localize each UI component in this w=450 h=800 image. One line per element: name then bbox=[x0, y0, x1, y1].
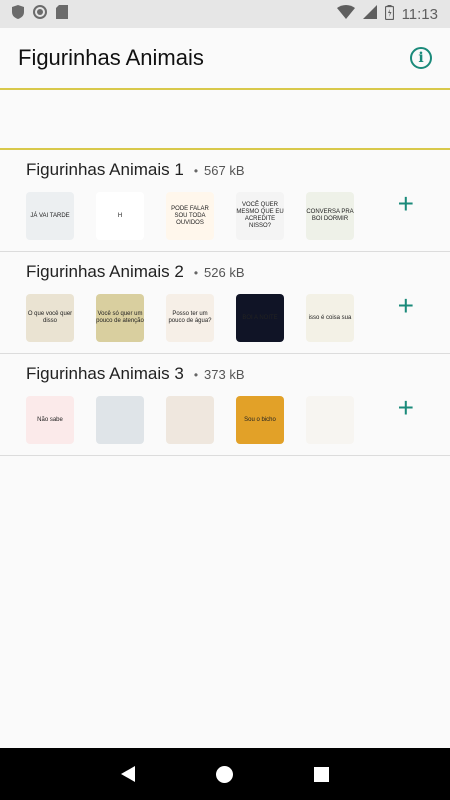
sticker-thumbnail: Posso ter um pouco de água? bbox=[166, 294, 214, 342]
pack-name: Figurinhas Animais 1 bbox=[26, 160, 184, 179]
recents-icon[interactable] bbox=[314, 766, 330, 782]
sticker-thumbnail: Não sabe bbox=[26, 396, 74, 444]
signal-icon bbox=[362, 5, 377, 23]
sticker-pack-row[interactable]: Figurinhas Animais 3 • 373 kB Não sabe So… bbox=[0, 354, 450, 456]
clock-time: 11:13 bbox=[401, 5, 438, 23]
pack-header: Figurinhas Animais 2 • 526 kB bbox=[26, 262, 450, 282]
sticker-preview-row: JÁ VAI TARDE H PODE FALAR SOU TODA OUVIDOS… bbox=[26, 192, 450, 240]
sticker-thumbnail: Sou o bicho bbox=[236, 396, 284, 444]
back-icon[interactable] bbox=[120, 766, 135, 782]
pack-name: Figurinhas Animais 3 bbox=[26, 364, 184, 383]
pack-name: Figurinhas Animais 2 bbox=[26, 262, 184, 281]
sticker-thumbnail: JÁ VAI TARDE bbox=[26, 192, 74, 240]
separator-dot: • bbox=[193, 164, 199, 178]
sticker-thumbnail bbox=[166, 396, 214, 444]
pack-size: 373 kB bbox=[204, 367, 245, 382]
sticker-thumbnail bbox=[306, 396, 354, 444]
pack-header: Figurinhas Animais 1 • 567 kB bbox=[26, 160, 450, 180]
sd-card-icon bbox=[56, 5, 68, 23]
sticker-thumbnail: PODE FALAR SOU TODA OUVIDOS bbox=[166, 192, 214, 240]
sticker-pack-row[interactable]: Figurinhas Animais 1 • 567 kB JÁ VAI TAR… bbox=[0, 150, 450, 252]
add-pack-button[interactable]: + bbox=[398, 292, 414, 320]
pack-list: Figurinhas Animais 1 • 567 kB JÁ VAI TAR… bbox=[0, 150, 450, 456]
pack-size: 526 kB bbox=[204, 265, 245, 280]
pack-size: 567 kB bbox=[204, 163, 245, 178]
info-icon[interactable]: i bbox=[410, 47, 432, 69]
navigation-bar bbox=[0, 748, 450, 800]
sticker-thumbnail: CONVERSA PRA BOI DORMIR bbox=[306, 192, 354, 240]
add-pack-button[interactable]: + bbox=[398, 190, 414, 218]
sticker-thumbnail: Você só quer um pouco de atenção bbox=[96, 294, 144, 342]
separator-dot: • bbox=[193, 368, 199, 382]
home-icon[interactable] bbox=[215, 765, 233, 783]
sticker-thumbnail bbox=[96, 396, 144, 444]
sticker-preview-row: Não sabe Sou o bicho bbox=[26, 396, 450, 444]
shield-icon bbox=[12, 5, 24, 23]
status-bar: 11:13 bbox=[0, 0, 450, 28]
record-icon bbox=[33, 5, 47, 23]
sticker-thumbnail: O que você quer disso bbox=[26, 294, 74, 342]
add-pack-button[interactable]: + bbox=[398, 394, 414, 422]
sticker-thumbnail: H bbox=[96, 192, 144, 240]
wifi-icon bbox=[336, 5, 355, 23]
pack-header: Figurinhas Animais 3 • 373 kB bbox=[26, 364, 450, 384]
sticker-thumbnail: isso é coisa sua bbox=[306, 294, 354, 342]
app-title: Figurinhas Animais bbox=[18, 45, 204, 70]
banner-area bbox=[0, 90, 450, 150]
app-bar: Figurinhas Animais i bbox=[0, 28, 450, 90]
sticker-thumbnail: VOCÊ QUER MESMO QUE EU ACREDITE NISSO? bbox=[236, 192, 284, 240]
separator-dot: • bbox=[193, 266, 199, 280]
sticker-thumbnail: BOI A NOITE bbox=[236, 294, 284, 342]
sticker-pack-row[interactable]: Figurinhas Animais 2 • 526 kB O que você… bbox=[0, 252, 450, 354]
sticker-preview-row: O que você quer disso Você só quer um pou… bbox=[26, 294, 450, 342]
battery-icon bbox=[384, 4, 394, 24]
